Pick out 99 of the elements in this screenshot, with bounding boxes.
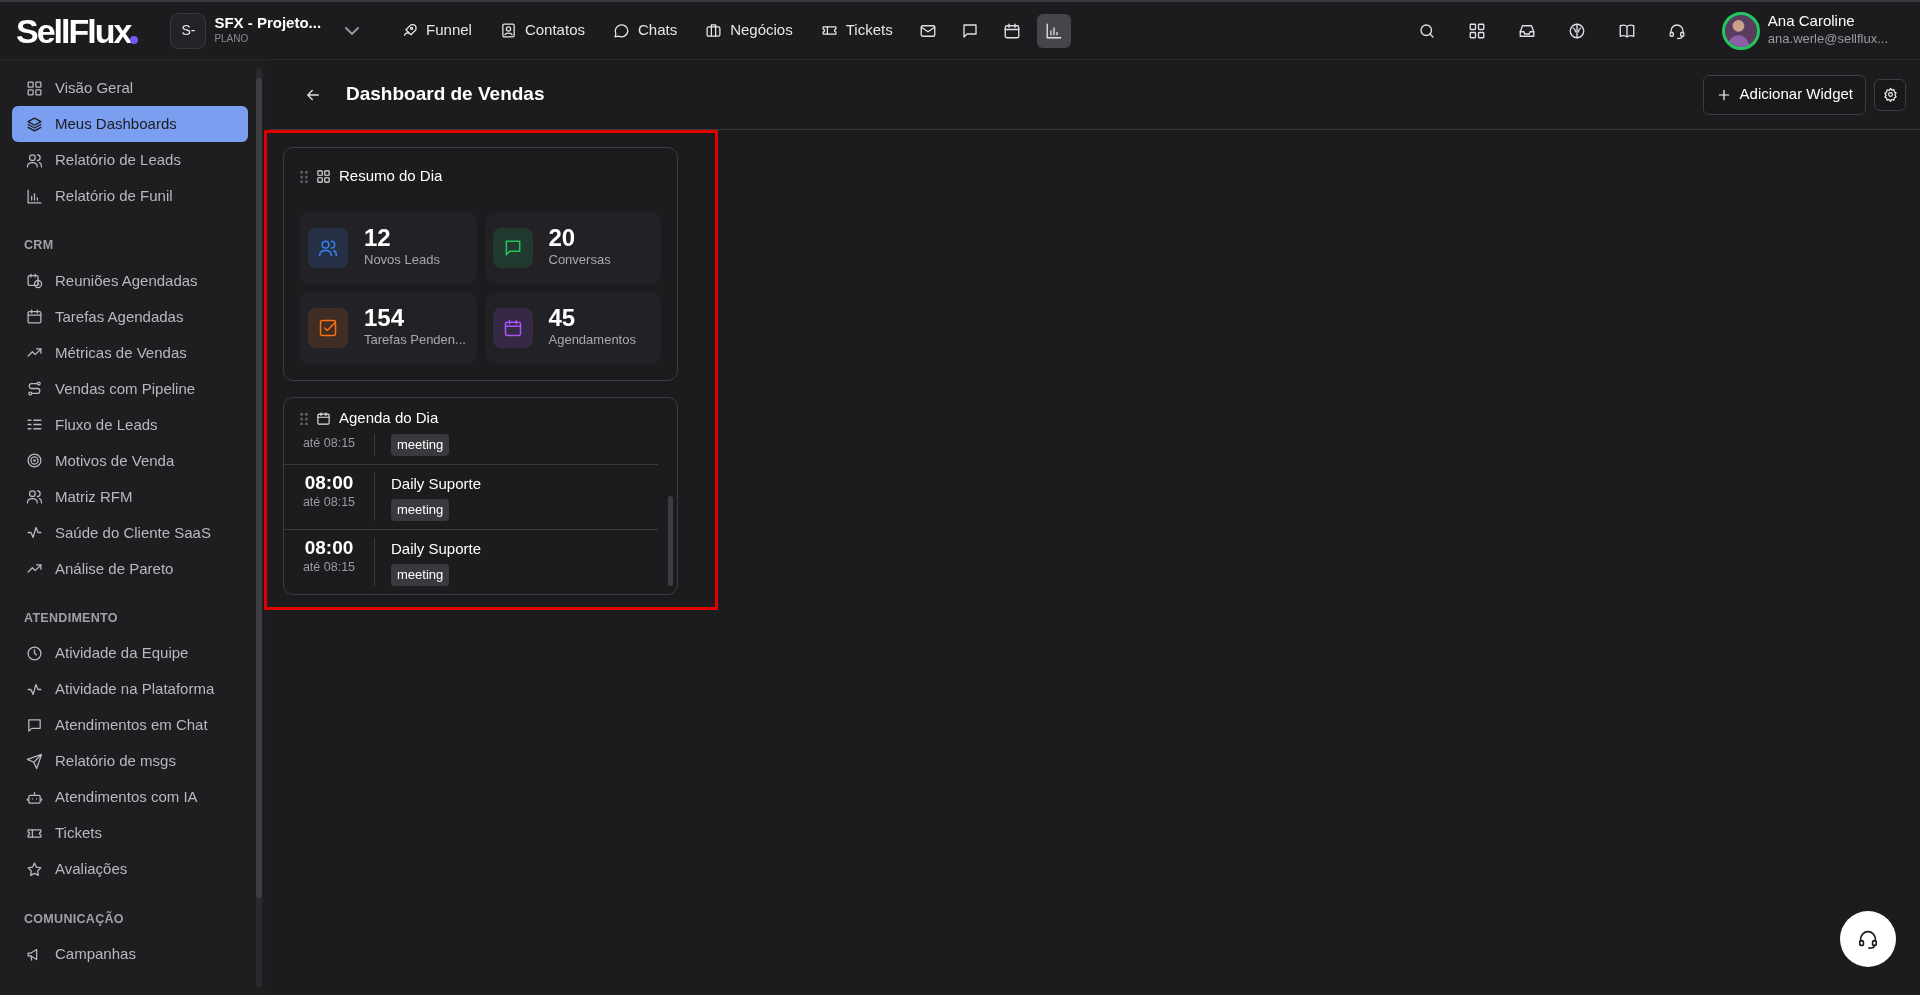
rocket-icon xyxy=(401,22,419,39)
sidebar-item[interactable]: Matriz RFM xyxy=(12,478,248,515)
sidebar-item[interactable]: Reuniões Agendadas xyxy=(12,262,248,299)
event-time: 08:00 xyxy=(304,472,354,494)
add-widget-button[interactable]: Adicionar Widget xyxy=(1702,74,1866,115)
sidebar-item[interactable]: Meus Dashboards xyxy=(12,106,248,142)
grid-icon xyxy=(1467,21,1486,40)
headset-icon xyxy=(1667,21,1686,40)
stat-label: Agendamentos xyxy=(548,331,636,350)
user-name: Ana Caroline xyxy=(1767,12,1856,29)
drag-handle-icon xyxy=(300,170,308,183)
support-button[interactable] xyxy=(1840,911,1896,967)
checkbox-icon xyxy=(318,318,338,338)
sidebar-item[interactable]: Visão Geral xyxy=(12,70,248,106)
workspace-badge[interactable]: S- xyxy=(170,12,207,49)
stat-value: 45 xyxy=(548,306,577,331)
robot-icon xyxy=(26,789,43,806)
sidebar-item[interactable]: Relatório de Leads xyxy=(12,142,248,178)
sidebar-item[interactable]: Fluxo de Leads xyxy=(12,406,248,443)
section-heading: ATENDIMENTO xyxy=(23,609,119,627)
stat-value: 154 xyxy=(364,306,406,331)
sidebar-item[interactable]: Atividade na Plataforma xyxy=(12,671,248,708)
sidebar-item[interactable]: Avaliações xyxy=(12,851,248,888)
grid-icon xyxy=(316,168,331,184)
calendar-icon xyxy=(26,308,43,326)
workspace-name[interactable]: SFX - Projeto... xyxy=(214,14,322,32)
contact-icon xyxy=(499,22,517,39)
stat-value: 20 xyxy=(548,226,577,251)
route-icon xyxy=(26,380,43,398)
chat-icon xyxy=(960,21,979,40)
sidebar-item[interactable]: Métricas de Vendas xyxy=(12,334,248,371)
avatar[interactable] xyxy=(1721,11,1760,50)
calendar-icon xyxy=(316,410,331,426)
toolbar-button[interactable] xyxy=(1036,13,1071,48)
sidebar-item[interactable]: Relatório de msgs xyxy=(12,743,248,780)
chevron-down-icon xyxy=(345,27,360,36)
users-icon xyxy=(26,151,43,169)
nav-link[interactable]: Chats xyxy=(603,13,688,48)
sidebar-item[interactable]: Tickets xyxy=(12,815,248,852)
send-icon xyxy=(26,753,43,770)
event-tag: meeting xyxy=(391,434,450,456)
drag-handle-icon xyxy=(300,412,308,425)
sidebar-item[interactable]: Atendimentos em Chat xyxy=(12,707,248,744)
sidebar-item[interactable]: Atividade da Equipe xyxy=(12,635,248,672)
headset-icon xyxy=(1857,928,1879,950)
stat-value: 12 xyxy=(364,226,392,251)
star-icon xyxy=(26,861,43,878)
users-icon xyxy=(26,488,43,506)
sidebar-item[interactable]: Análise de Pareto xyxy=(12,550,248,587)
scrollbar[interactable] xyxy=(256,68,262,987)
settings-icon xyxy=(1882,87,1898,102)
event-title: Daily Suporte xyxy=(391,473,482,494)
widget-title: Resumo do Dia xyxy=(339,165,443,186)
layers-icon xyxy=(26,115,43,133)
sidebar-item[interactable]: Atendimentos com IA xyxy=(12,779,248,816)
section-heading: CRM xyxy=(23,237,55,254)
settings-button[interactable] xyxy=(1874,78,1906,111)
stat-label: Tarefas Penden... xyxy=(364,331,466,350)
workspace-plan: PLANO xyxy=(214,32,250,47)
sidebar-item[interactable]: Campanhas xyxy=(12,936,248,973)
event-end-time: até 08:15 xyxy=(302,494,356,512)
sidebar-item[interactable]: Relatório de Funil xyxy=(12,178,248,214)
calendar-icon xyxy=(502,318,523,338)
sidebar-item[interactable]: Saúde do Cliente SaaS xyxy=(12,514,248,551)
clock-icon xyxy=(26,645,43,662)
event-tag: meeting xyxy=(391,499,450,521)
nav-link[interactable]: Funnel xyxy=(391,13,482,48)
chat-bubble-icon xyxy=(613,22,630,39)
stat-label: Novos Leads xyxy=(364,251,440,270)
users-icon xyxy=(318,238,338,258)
widget-title: Agenda do Dia xyxy=(339,407,439,428)
sidebar-item[interactable]: Tarefas Agendadas xyxy=(12,298,248,335)
event-tag: meeting xyxy=(391,564,450,586)
nav-link[interactable]: Tickets xyxy=(810,13,903,48)
chat-icon xyxy=(26,717,43,734)
user-email: ana.werle@sellflux... xyxy=(1767,30,1888,48)
calendar-clock-icon xyxy=(26,272,43,290)
logo[interactable]: SellFlux xyxy=(16,13,131,48)
bar-chart-icon xyxy=(26,187,43,205)
event-end-time: até 08:15 xyxy=(302,435,356,452)
section-heading: COMUNICAÇÃO xyxy=(23,910,125,928)
stat-label: Conversas xyxy=(548,251,611,270)
logo-dot xyxy=(130,35,139,44)
bar-chart-icon xyxy=(1044,21,1063,40)
event-title: Daily Suporte xyxy=(391,538,482,559)
calendar-icon xyxy=(1002,21,1021,40)
target-icon xyxy=(26,452,43,470)
search-icon xyxy=(1417,21,1436,40)
briefcase-icon xyxy=(705,22,723,39)
pulse-icon xyxy=(26,681,43,698)
page-title: Dashboard de Vendas xyxy=(346,82,545,107)
book-icon xyxy=(1617,21,1636,40)
nav-link[interactable]: Negócios xyxy=(695,13,803,48)
event-time: 08:00 xyxy=(304,537,354,559)
sidebar-item[interactable]: Motivos de Venda xyxy=(12,442,248,479)
sidebar-item[interactable]: Vendas com Pipeline xyxy=(12,370,248,407)
nav-link[interactable]: Contatos xyxy=(489,13,595,48)
grid-icon xyxy=(26,79,43,97)
event-end-time: até 08:15 xyxy=(302,559,356,577)
